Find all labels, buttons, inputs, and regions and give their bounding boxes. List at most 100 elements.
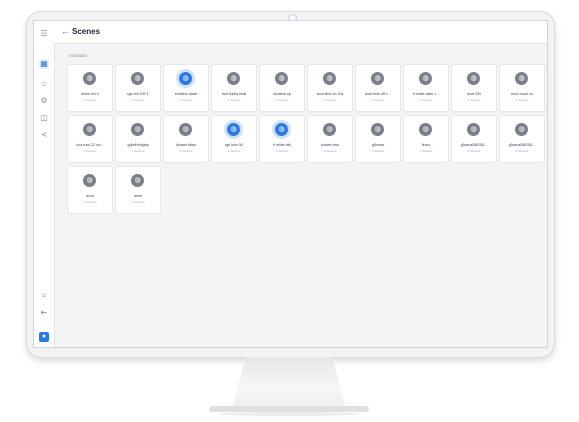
nav-rail: ☰ ▦ ⌂ ⚙ ◫ ≺ ⌕ ⇤ ● [34, 21, 55, 347]
sensor-icon[interactable]: ◫ [39, 113, 49, 123]
scene-device-count: 1 devices [467, 149, 481, 153]
scene-card[interactable]: ◍ hca hubby heat 2 devices [212, 65, 256, 111]
scene-name: dines eni 4 [81, 92, 99, 96]
scene-icon: ◍ [83, 72, 96, 85]
scene-device-count: 1 devices [275, 149, 289, 153]
scene-name: rf white dsds 1... [412, 92, 440, 96]
scene-name: boot cloud on [511, 92, 533, 96]
top-bar: ← Scenes [54, 21, 547, 44]
scene-card[interactable]: ◍ shutters up 1 devices [260, 65, 304, 111]
scene-card[interactable]: ◍ hca ruks 22 zel... 3 devices [68, 116, 112, 162]
scene-icon: ◍ [131, 72, 144, 85]
scene-icon: ◍ [131, 174, 144, 187]
scene-icon: ◍ [179, 123, 192, 136]
scene-card[interactable]: ◍ boot cloud on 3 devices [500, 65, 544, 111]
menu-icon[interactable]: ☰ [39, 29, 49, 39]
scene-card[interactable]: ◍ g5cena058765... 1 devices [452, 116, 496, 162]
scene-device-count: 1 devices [323, 98, 337, 102]
scene-name: boot time off 1... [365, 92, 391, 96]
monitor-stand [232, 357, 346, 409]
scene-card[interactable]: ◍ rf white blis 1 devices [260, 116, 304, 162]
arrow-left-icon[interactable]: ← [61, 26, 70, 37]
scene-card[interactable]: ◍ boot time on 10s 1 devices [308, 65, 352, 111]
scene-icon: ◍ [515, 72, 528, 85]
scene-icon: ◍ [227, 123, 240, 136]
stand-shadow [218, 412, 360, 416]
scene-grid: ◍ dines eni 4 1 devices ◍ rgb red 100 1 1 dev… [68, 65, 544, 213]
scene-device-count: 1 devices [131, 200, 145, 204]
scene-card[interactable]: ◍ g5cena 1 devices [356, 116, 400, 162]
scene-icon: ◍ [323, 123, 336, 136]
scene-name: shutters up [273, 92, 291, 96]
share-icon[interactable]: ≺ [39, 130, 49, 140]
scene-name: boot ON [467, 92, 481, 96]
scene-card[interactable]: ◍ bluarm false 1 devices [164, 116, 208, 162]
scene-icon: ◍ [467, 123, 480, 136]
scene-device-count: 1 devices [179, 98, 193, 102]
scene-device-count: 3 devices [83, 149, 97, 153]
scene-device-count: 1 devices [371, 149, 385, 153]
scene-card[interactable]: ◍ boot ON 3 devices [452, 65, 496, 111]
scene-device-count: 1 devices [323, 149, 337, 153]
scene-device-count: 1 devices [227, 149, 241, 153]
app-screen: ☰ ▦ ⌂ ⚙ ◫ ≺ ⌕ ⇤ ● ← Scenes SCENES ◍ dines… [33, 20, 548, 348]
scene-device-count: 1 devices [275, 98, 289, 102]
scene-name: bluarm true [320, 143, 340, 147]
scene-card[interactable]: ◍ boot time off 1... 1 devices [356, 65, 400, 111]
scene-card[interactable]: ◍ fircco 1 devices [404, 116, 448, 162]
scene-name: hca hubby heat [221, 92, 247, 96]
scene-icon: ◍ [83, 123, 96, 136]
scene-device-count: 1 devices [131, 98, 145, 102]
logout-icon[interactable]: ⇤ [39, 308, 49, 318]
scene-device-count: 1 devices [419, 149, 433, 153]
scene-card[interactable]: ◍ gdbdhhhfgbg 1 devices [116, 116, 160, 162]
scene-name: gdbdhhhfgbg [127, 143, 149, 147]
section-label: SCENES [69, 53, 88, 58]
scene-name: dmm [134, 194, 142, 198]
scene-device-count: 1 devices [179, 149, 193, 153]
scene-card[interactable]: ◍ rgb red 100 1 1 devices [116, 65, 160, 111]
scene-icon: ◍ [371, 123, 384, 136]
scene-device-count: 1 devices [419, 98, 433, 102]
scene-device-count: 3 devices [515, 98, 529, 102]
scene-name: rgb blue 50 [225, 143, 243, 147]
scene-device-count: 1 devices [83, 200, 97, 204]
scene-card[interactable]: ◍ g5cena058765... 1 devices [500, 116, 544, 162]
scene-card[interactable]: ◍ shutters down 1 devices [164, 65, 208, 111]
scene-icon: ◍ [515, 123, 528, 136]
search-icon[interactable]: ⌕ [39, 291, 49, 301]
scene-name: shutters down [174, 92, 198, 96]
scene-name: boot time on 10s [316, 92, 344, 96]
automation-icon[interactable]: ⚙ [39, 96, 49, 106]
scene-device-count: 1 devices [371, 98, 385, 102]
scene-name: g5cena058765... [508, 143, 536, 147]
scene-card[interactable]: ◍ dvcd 1 devices [68, 167, 112, 213]
scene-icon: ◍ [371, 72, 384, 85]
devices-icon[interactable]: ⌂ [39, 79, 49, 89]
scene-device-count: 1 devices [131, 149, 145, 153]
scene-card[interactable]: ◍ dines eni 4 1 devices [68, 65, 112, 111]
scene-icon: ◍ [419, 123, 432, 136]
scene-card[interactable]: ◍ dmm 1 devices [116, 167, 160, 213]
scene-icon: ◍ [227, 72, 240, 85]
scene-icon: ◍ [323, 72, 336, 85]
scene-icon: ◍ [131, 123, 144, 136]
scene-icon: ◍ [275, 72, 288, 85]
scene-device-count: 2 devices [227, 98, 241, 102]
scenes-icon[interactable]: ▦ [39, 59, 49, 69]
scene-name: g5cena058765... [460, 143, 488, 147]
scene-card[interactable]: ◍ bluarm true 1 devices [308, 116, 352, 162]
scene-name: rf white blis [273, 143, 291, 147]
scene-icon: ◍ [83, 174, 96, 187]
scene-icon: ◍ [275, 123, 288, 136]
scene-name: dvcd [86, 194, 94, 198]
scene-icon: ◍ [179, 72, 192, 85]
scene-icon: ◍ [419, 72, 432, 85]
user-icon[interactable]: ● [39, 332, 49, 342]
scene-name: fircco [421, 143, 431, 147]
scene-card[interactable]: ◍ rf white dsds 1... 1 devices [404, 65, 448, 111]
scene-icon: ◍ [467, 72, 480, 85]
scene-card[interactable]: ◍ rgb blue 50 1 devices [212, 116, 256, 162]
scene-device-count: 3 devices [467, 98, 481, 102]
scene-name: bluarm false [176, 143, 196, 147]
